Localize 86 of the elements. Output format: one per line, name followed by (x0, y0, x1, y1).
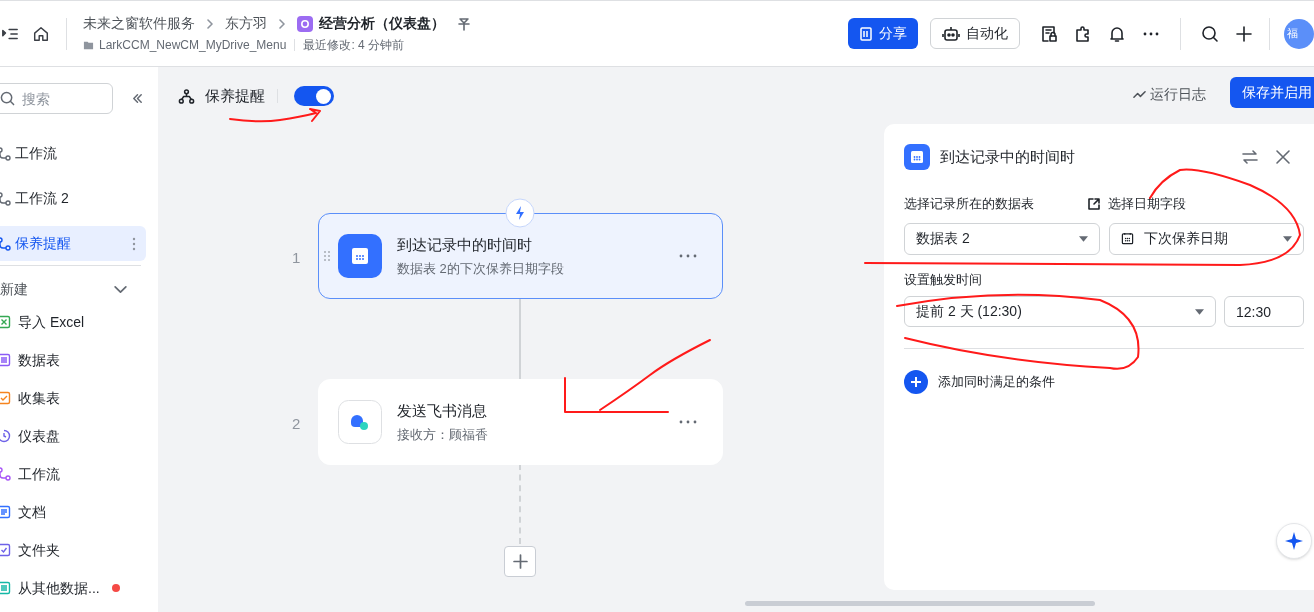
calendar-icon (338, 234, 382, 278)
step-card[interactable]: 到达记录中的时间时 数据表 2的下次保养日期字段 (318, 213, 723, 299)
step-subtitle: 数据表 2的下次保养日期字段 (397, 260, 564, 278)
document-title: 经营分析（仪表盘） (319, 14, 445, 33)
scrollbar-thumb[interactable] (745, 601, 1095, 606)
checkbox-icon (0, 543, 11, 557)
sidebar-item[interactable]: 工作流 (0, 136, 146, 171)
chevron-right-icon (205, 18, 215, 29)
sidebar-item[interactable]: 保养提醒 (0, 226, 146, 261)
add-icon[interactable] (1235, 24, 1253, 43)
form-icon (0, 391, 11, 405)
table-icon (0, 353, 11, 367)
more-vertical-icon[interactable] (132, 236, 136, 251)
puzzle-icon[interactable] (1074, 24, 1092, 43)
workflow-name: 保养提醒 (205, 86, 265, 106)
document-icon (0, 505, 11, 519)
search-icon (0, 91, 15, 106)
lightning-icon (505, 198, 535, 228)
step-card[interactable]: 发送飞书消息 接收方：顾福香 (318, 379, 723, 465)
bell-icon[interactable] (1108, 24, 1126, 43)
automation-button[interactable]: 自动化 (930, 18, 1020, 49)
date-field-dropdown[interactable]: 下次保养日期 (1109, 222, 1304, 255)
collapse-icon[interactable] (131, 92, 144, 105)
workflow-icon (0, 191, 11, 206)
field-label: 选择日期字段 (1108, 195, 1186, 213)
external-link-icon[interactable] (1087, 196, 1101, 211)
workflow-icon (0, 236, 11, 251)
add-step-button[interactable] (504, 546, 536, 577)
workflow-icon (0, 146, 11, 161)
trigger-time-dropdown[interactable]: 提前 2 天 (12:30) (904, 296, 1216, 327)
step-number: 1 (292, 248, 301, 268)
add-icon (512, 554, 528, 569)
caret-icon (1079, 235, 1088, 242)
save-button[interactable]: 保存并启用 (1230, 77, 1314, 108)
pin-icon[interactable] (457, 16, 471, 31)
sidebar-item[interactable]: 仪表盘 (0, 426, 158, 446)
add-icon (904, 370, 928, 394)
workflow-icon (178, 87, 195, 105)
building-icon (859, 26, 873, 41)
calendar-icon (1121, 232, 1134, 245)
swap-icon[interactable] (1241, 148, 1259, 166)
robot-icon (942, 25, 960, 42)
search-field[interactable]: 搜索 (0, 83, 113, 114)
folder-path[interactable]: LarkCCM_NewCM_MyDrive_Menu (99, 36, 287, 54)
list-icon (0, 581, 11, 595)
field-label: 选择记录所在的数据表 (904, 195, 1035, 213)
sparkle-icon (1284, 531, 1304, 551)
add-condition-link[interactable]: 添加同时满足的条件 (904, 370, 1304, 394)
sidebar-item[interactable]: 文档 (0, 502, 158, 522)
table-dropdown[interactable]: 数据表 2 (904, 222, 1100, 255)
caret-icon (1195, 308, 1204, 315)
folder-icon (83, 39, 94, 51)
search-icon[interactable] (1201, 24, 1219, 43)
panel-title: 到达记录中的时间时 (940, 146, 1075, 167)
sidebar-item[interactable]: 从其他数据... (0, 578, 158, 598)
sidebar-item[interactable]: 导入 Excel (0, 312, 158, 332)
calendar-icon (904, 144, 930, 170)
sidebar-item[interactable]: 文件夹 (0, 540, 158, 560)
sidebar-item[interactable]: 收集表 (0, 388, 158, 408)
close-icon[interactable] (1274, 148, 1292, 166)
step-title: 发送飞书消息 (397, 400, 488, 421)
caret-icon (1283, 235, 1292, 242)
time-input[interactable]: 12:30 (1224, 296, 1304, 327)
gauge-icon (0, 429, 11, 443)
step-number: 2 (292, 414, 301, 434)
last-modified-text: 最近修改: 4 分钟前 (303, 37, 405, 54)
workflow-icon (0, 467, 11, 481)
run-log-link[interactable]: 运行日志 (1133, 84, 1206, 105)
drag-handle-icon[interactable] (324, 251, 330, 261)
section-header[interactable]: 新建 (0, 274, 158, 304)
breadcrumb-link[interactable]: 未来之窗软件服务 (83, 13, 195, 34)
step-title: 到达记录中的时间时 (397, 234, 533, 255)
trend-icon (1133, 88, 1146, 101)
sidebar-item[interactable]: 数据表 (0, 350, 158, 370)
document-lock-icon[interactable] (1040, 24, 1058, 43)
excel-icon (0, 315, 11, 329)
share-button[interactable]: 分享 (848, 18, 918, 49)
sidebar-item[interactable]: 工作流 (0, 464, 158, 484)
chevron-right-icon (277, 18, 287, 29)
chat-bubble-icon (338, 400, 382, 444)
breadcrumb-link[interactable]: 东方羽 (225, 13, 267, 34)
enable-toggle[interactable] (294, 86, 334, 107)
step-subtitle: 接收方：顾福香 (397, 426, 488, 444)
sidebar-item[interactable]: 工作流 2 (0, 181, 146, 216)
field-label: 设置触发时间 (904, 270, 983, 289)
home-icon[interactable] (32, 24, 50, 43)
